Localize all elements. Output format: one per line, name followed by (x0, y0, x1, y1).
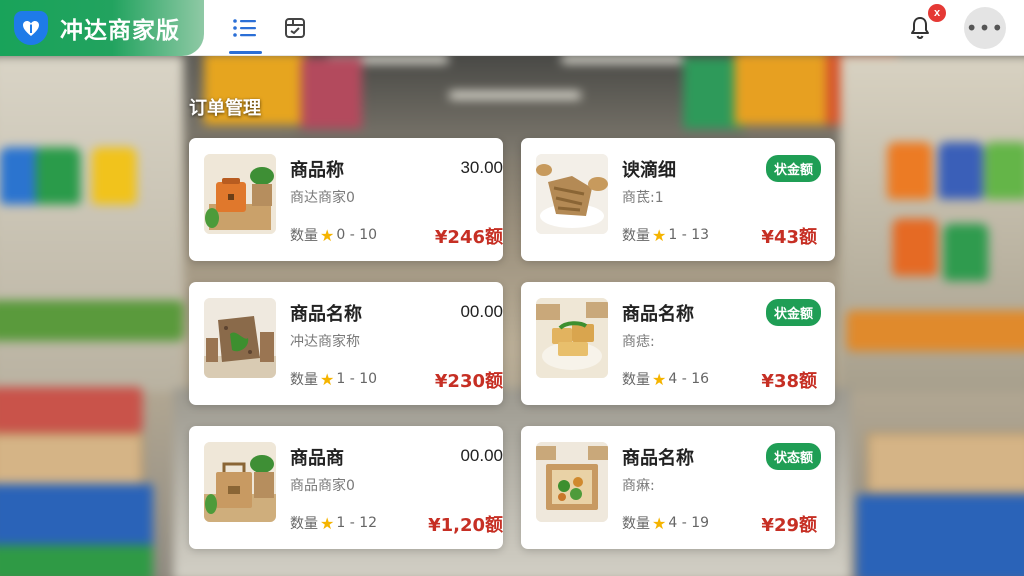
product-image (204, 154, 276, 234)
active-tab-indicator (229, 51, 262, 54)
unit-price: 00.00 (460, 446, 503, 465)
shop-name: 商痳: (622, 478, 655, 494)
list-icon[interactable] (227, 10, 263, 46)
quantity-info: 数量 ★ 0 - 10 (290, 225, 377, 245)
order-amount: ¥43额 (761, 227, 817, 248)
product-image (204, 298, 276, 378)
product-image (536, 154, 608, 234)
star-icon: ★ (320, 369, 335, 389)
status-badge: 状金额 (765, 299, 821, 326)
shop-name: 商茋:1 (622, 190, 664, 206)
order-card[interactable]: 商品名称 商痣: 数量 ★ 4 - 16 状金额 ¥38额 (521, 282, 835, 405)
shop-name: 商痣: (622, 334, 655, 350)
quantity-label: 数量 (622, 516, 650, 532)
order-card[interactable]: 商品名称 商痳: 数量 ★ 4 - 19 状态额 ¥29额 (521, 426, 835, 549)
product-name: 商品名称 (622, 448, 694, 469)
star-icon: ★ (320, 513, 335, 533)
product-name: 商品名称 (622, 304, 694, 325)
order-amount: ¥1,20额 (428, 515, 503, 536)
product-image (536, 298, 608, 378)
star-icon: ★ (320, 225, 335, 245)
quantity-range: 4 - 19 (668, 515, 710, 531)
order-amount: ¥38额 (761, 371, 817, 392)
product-name: 商品名称 (290, 304, 362, 325)
notification-badge: x (928, 4, 946, 22)
quantity-label: 数量 (622, 372, 650, 388)
app-title: 冲达商家版 (60, 18, 180, 44)
unit-price: 30.00 (460, 158, 503, 177)
page-title: 订单管理 (189, 98, 261, 119)
order-amount: ¥246额 (434, 227, 503, 248)
quantity-label: 数量 (622, 228, 650, 244)
top-bar: 冲达商家版 x ••• (0, 0, 1024, 56)
star-icon: ★ (652, 225, 667, 245)
shop-name: 冲达商家称 (290, 334, 360, 350)
package-box-icon[interactable] (277, 10, 313, 46)
status-badge: 状态额 (765, 443, 821, 470)
quantity-range: 0 - 10 (336, 227, 378, 243)
quantity-range: 1 - 13 (668, 227, 710, 243)
quantity-range: 1 - 10 (336, 371, 378, 387)
quantity-info: 数量 ★ 4 - 19 (622, 513, 709, 533)
order-card[interactable]: 谀滴细 商茋:1 数量 ★ 1 - 13 状金额 ¥43额 (521, 138, 835, 261)
shield-heart-icon (14, 11, 48, 45)
market-background (0, 0, 1024, 576)
order-card[interactable]: 商品名称 冲达商家称 数量 ★ 1 - 10 00.00 ¥230额 (189, 282, 503, 405)
order-amount: ¥29额 (761, 515, 817, 536)
quantity-range: 4 - 16 (668, 371, 710, 387)
quantity-info: 数量 ★ 1 - 12 (290, 513, 377, 533)
order-card[interactable]: 商品称 商达商家0 数量 ★ 0 - 10 30.00 ¥246额 (189, 138, 503, 261)
more-dots-icon[interactable]: ••• (964, 7, 1006, 49)
quantity-range: 1 - 12 (336, 515, 378, 531)
product-image (204, 442, 276, 522)
shop-name: 商达商家0 (290, 190, 355, 206)
order-amount: ¥230额 (434, 371, 503, 392)
quantity-label: 数量 (290, 228, 318, 244)
status-badge: 状金额 (765, 155, 821, 182)
shop-name: 商品商家0 (290, 478, 355, 494)
quantity-info: 数量 ★ 1 - 10 (290, 369, 377, 389)
product-image (536, 442, 608, 522)
star-icon: ★ (652, 513, 667, 533)
order-card[interactable]: 商品商 商品商家0 数量 ★ 1 - 12 00.00 ¥1,20额 (189, 426, 503, 549)
quantity-label: 数量 (290, 372, 318, 388)
quantity-label: 数量 (290, 516, 318, 532)
product-name: 商品称 (290, 160, 344, 181)
quantity-info: 数量 ★ 4 - 16 (622, 369, 709, 389)
star-icon: ★ (652, 369, 667, 389)
unit-price: 00.00 (460, 302, 503, 321)
product-name: 谀滴细 (622, 160, 676, 181)
brand-header[interactable]: 冲达商家版 (0, 0, 204, 56)
quantity-info: 数量 ★ 1 - 13 (622, 225, 709, 245)
product-name: 商品商 (290, 448, 344, 469)
